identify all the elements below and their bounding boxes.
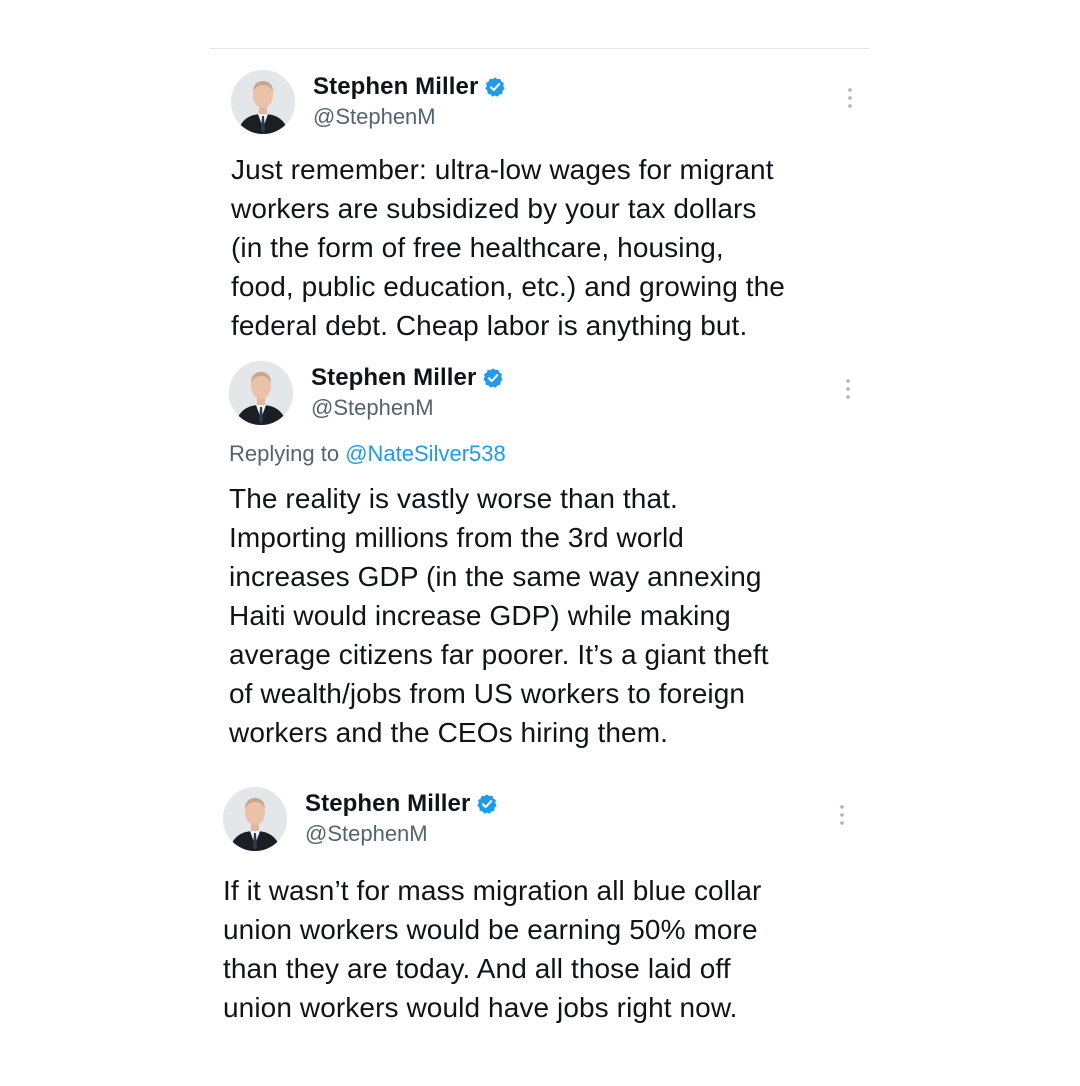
tweet-header: Stephen Miller @StephenM: [231, 70, 871, 136]
more-vertical-icon[interactable]: [843, 377, 853, 403]
handle[interactable]: @StephenM: [305, 821, 498, 847]
tweet-text: The reality is vastly worse than that. I…: [229, 483, 769, 748]
handle[interactable]: @StephenM: [311, 395, 504, 421]
name-block: Stephen Miller @StephenM: [305, 789, 498, 847]
tweet-text: If it wasn’t for mass migration all blue…: [223, 875, 762, 1023]
handle[interactable]: @StephenM: [313, 104, 506, 130]
tweet-2[interactable]: Stephen Miller @StephenM Replying to @Na…: [229, 361, 869, 752]
avatar[interactable]: [231, 70, 295, 134]
name-block: Stephen Miller @StephenM: [311, 363, 504, 421]
replying-mention-link[interactable]: @NateSilver538: [345, 441, 506, 466]
replying-prefix: Replying to: [229, 441, 340, 466]
avatar[interactable]: [229, 361, 293, 425]
tweet-header: Stephen Miller @StephenM: [229, 361, 869, 427]
tweet-header: Stephen Miller @StephenM: [223, 787, 863, 853]
display-name[interactable]: Stephen Miller: [305, 790, 470, 818]
avatar[interactable]: [223, 787, 287, 851]
verified-badge-icon: [477, 794, 498, 814]
more-vertical-icon[interactable]: [845, 86, 855, 112]
replying-to: Replying to @NateSilver538: [229, 441, 869, 467]
name-block: Stephen Miller @StephenM: [313, 72, 506, 130]
tweet-text: Just remember: ultra-low wages for migra…: [231, 154, 785, 341]
more-vertical-icon[interactable]: [837, 803, 847, 829]
top-divider: [210, 48, 870, 49]
tweet-3[interactable]: Stephen Miller @StephenM If it wasn’t fo…: [223, 787, 863, 1027]
verified-badge-icon: [485, 77, 506, 97]
display-name[interactable]: Stephen Miller: [311, 364, 476, 392]
verified-badge-icon: [483, 368, 504, 388]
display-name[interactable]: Stephen Miller: [313, 73, 478, 101]
tweet-1[interactable]: Stephen Miller @StephenM Just remember: …: [231, 70, 871, 345]
